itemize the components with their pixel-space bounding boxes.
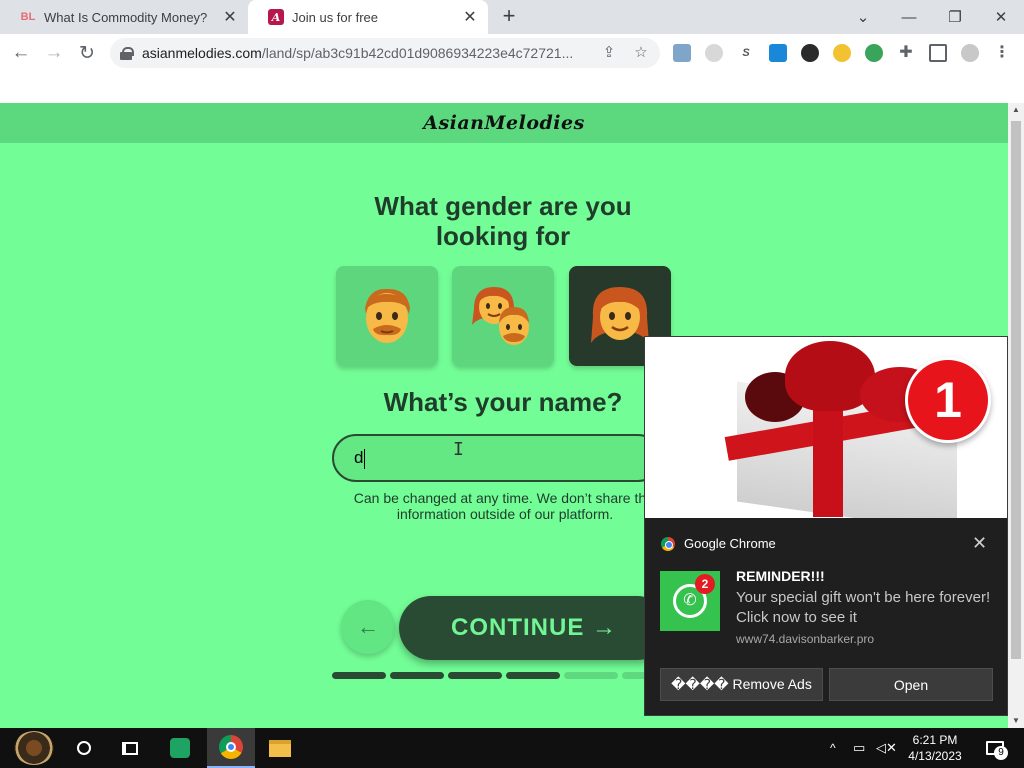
cat-extension-icon[interactable] [801, 44, 819, 62]
scroll-up-icon[interactable]: ▲ [1008, 103, 1024, 117]
restore-button[interactable]: ❐ [932, 0, 978, 34]
screen-extension-icon[interactable] [769, 44, 787, 62]
taskbar: ^ ▭ ◁✕ 6:21 PM 4/13/2023 9 [0, 728, 1024, 768]
screen: { "browser": { "tabs": [ {"icon_text": "… [0, 0, 1024, 768]
name-input-value: d [354, 448, 364, 467]
page-scrollbar[interactable]: ▲ ▼ [1008, 103, 1024, 728]
clock-extension-icon[interactable] [833, 44, 851, 62]
bl-favicon-icon: BL [20, 11, 36, 23]
text-cursor-icon: I [453, 439, 464, 460]
open-button[interactable]: Open [829, 668, 993, 701]
task-view-button[interactable] [110, 728, 150, 768]
name-input[interactable]: d [332, 434, 662, 482]
globe-extension-icon[interactable] [865, 44, 883, 62]
tray-chevron-icon[interactable]: ^ [830, 728, 836, 768]
action-center-icon: 9 [986, 741, 1008, 760]
search-circle-icon [77, 741, 91, 755]
chrome-taskbar-button[interactable] [207, 728, 255, 768]
clock-date: 4/13/2023 [908, 749, 962, 763]
photo-extension-icon[interactable] [673, 44, 691, 62]
close-window-button[interactable]: ✕ [978, 0, 1024, 34]
url-text[interactable]: asianmelodies.com/land/sp/ab3c91b42cd01d… [142, 45, 597, 61]
folder-icon [269, 739, 291, 757]
circle-extension-icon[interactable] [705, 44, 723, 62]
notification-count-badge: 9 [994, 746, 1008, 760]
forward-button[interactable]: → [42, 41, 66, 65]
site-header: AsianMelodies [0, 103, 1008, 143]
volume-muted-icon[interactable]: ◁✕ [876, 728, 897, 768]
tab-search-button[interactable]: ⌄ [840, 0, 886, 34]
progress-step-5 [564, 672, 618, 679]
new-tab-button[interactable]: + [498, 5, 520, 28]
share-icon[interactable]: ⇪ [600, 44, 618, 62]
hero-count-badge: 1 [905, 357, 991, 443]
sheets-icon [170, 738, 190, 758]
notification-app: Google Chrome [661, 536, 776, 551]
chrome-taskbar-icon [219, 735, 243, 759]
notification-body: Your special gift won't be here forever!… [736, 589, 991, 626]
progress-step-3 [448, 672, 502, 679]
reload-button[interactable]: ↻ [75, 41, 99, 65]
tab-title: Join us for free [292, 9, 378, 25]
start-button[interactable] [8, 728, 60, 768]
gender-option-both[interactable] [452, 266, 554, 366]
tab-title: What Is Commodity Money? [44, 9, 208, 25]
url-host: asianmelodies.com [142, 45, 262, 61]
lock-icon[interactable] [120, 47, 134, 60]
start-orb-icon [14, 731, 54, 765]
notification-title: REMINDER!!! [736, 568, 825, 584]
gender-question: What gender are you looking for [374, 191, 632, 251]
clock-time: 6:21 PM [912, 733, 958, 747]
side-panel-icon[interactable] [929, 44, 947, 62]
tab-strip: BL What Is Commodity Money? ✕ A Join us … [0, 0, 1024, 34]
network-icon[interactable]: ▭ [853, 728, 865, 768]
notification-close-icon[interactable]: ✕ [972, 533, 987, 554]
tab-join-us[interactable]: A Join us for free ✕ [248, 0, 488, 34]
site-logo[interactable]: AsianMelodies [423, 112, 585, 134]
s-extension-icon[interactable]: S [737, 44, 755, 62]
name-question: What’s your name? [383, 387, 623, 417]
chrome-icon [661, 536, 675, 551]
continue-button[interactable]: CONTINUE → [399, 596, 669, 660]
progress-step-2 [390, 672, 444, 679]
gift-image[interactable]: 1 [645, 337, 1007, 518]
task-view-icon [122, 741, 138, 755]
extensions-puzzle-icon[interactable]: ✚ [897, 44, 915, 62]
action-center-button[interactable]: 9 [982, 728, 1008, 768]
scrollbar-thumb[interactable] [1011, 121, 1021, 659]
url-path: /land/sp/ab3c91b42cd01d9086934223e4c7272… [261, 45, 574, 61]
gender-option-male[interactable] [336, 266, 438, 366]
chrome-notification[interactable]: 1 Google Chrome ✕ ✆ 2 REMINDER!!! Your s… [644, 336, 1008, 716]
back-button[interactable]: ← [9, 41, 33, 65]
scroll-down-icon[interactable]: ▼ [1008, 714, 1024, 728]
chrome-center-dot [226, 742, 236, 752]
tab-close-icon[interactable]: ✕ [460, 7, 480, 27]
notification-source: www74.davisonbarker.pro [736, 632, 875, 646]
asianmelodies-favicon-icon: A [268, 9, 284, 25]
notification-app-name: Google Chrome [684, 536, 776, 551]
bookmark-star-icon[interactable]: ☆ [632, 44, 650, 62]
sheets-app-button[interactable] [160, 728, 200, 768]
search-button[interactable] [64, 728, 104, 768]
file-explorer-button[interactable] [260, 728, 300, 768]
tab-close-icon[interactable]: ✕ [220, 7, 240, 27]
progress-step-1 [332, 672, 386, 679]
back-step-button[interactable]: ← [341, 600, 395, 654]
browser-toolbar: ← → ↻ asianmelodies.com/land/sp/ab3c91b4… [0, 34, 1024, 72]
minimize-button[interactable]: — [886, 0, 932, 34]
name-hint: Can be changed at any time. We don’t sha… [353, 490, 657, 522]
progress-step-4 [506, 672, 560, 679]
whatsapp-count-badge: 2 [695, 574, 715, 594]
couple-faces-icon [472, 287, 529, 345]
whatsapp-icon: ✆ 2 [660, 571, 720, 631]
clock[interactable]: 6:21 PM 4/13/2023 [905, 728, 965, 768]
man-face-icon [365, 288, 410, 343]
remove-ads-button[interactable]: ���� Remove Ads [660, 668, 823, 701]
address-bar[interactable]: asianmelodies.com/land/sp/ab3c91b42cd01d… [110, 38, 660, 68]
browser-menu-icon[interactable]: ⋮ [993, 44, 1011, 62]
tab-commodity-money[interactable]: BL What Is Commodity Money? ✕ [0, 0, 248, 34]
text-caret [364, 448, 366, 469]
profile-avatar-icon[interactable] [961, 44, 979, 62]
